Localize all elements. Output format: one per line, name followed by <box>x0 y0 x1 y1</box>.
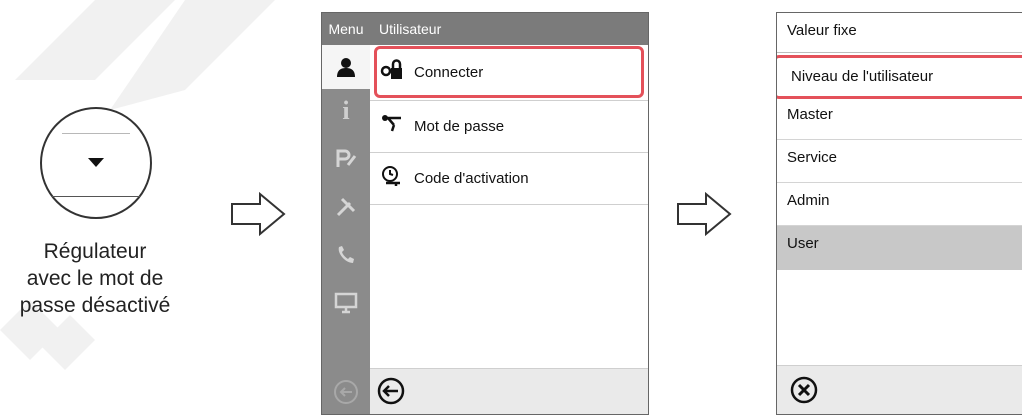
user-menu-screen: Menu i Utilisateur Connecter Mot de pass… <box>321 12 649 415</box>
screen-title: Valeur fixe <box>777 13 1022 53</box>
back-icon-disabled <box>322 368 370 414</box>
caption-line-1: Régulateur <box>43 240 147 263</box>
menu-item-code-activation[interactable]: Code d'activation <box>370 153 648 205</box>
option-master[interactable]: Master <box>777 97 1022 140</box>
menu-item-label: Mot de passe <box>414 118 505 135</box>
tools-icon[interactable] <box>322 185 370 229</box>
fixed-value-screen: Valeur fixe Niveau de l'utilisateur Mast… <box>776 12 1022 415</box>
option-admin[interactable]: Admin <box>777 183 1022 226</box>
highlight-user-level <box>777 55 1022 99</box>
screen-title: Utilisateur <box>370 13 648 45</box>
menu-item-mot-de-passe[interactable]: Mot de passe <box>370 101 648 153</box>
dial-top-line <box>62 133 130 134</box>
clock-key-icon <box>370 165 414 193</box>
monitor-icon[interactable] <box>322 281 370 325</box>
back-icon[interactable] <box>376 376 408 408</box>
key-wand-icon <box>370 113 414 141</box>
dial-bottom-line <box>52 196 140 197</box>
menu-item-label: Code d'activation <box>414 170 529 187</box>
user-icon[interactable] <box>322 45 370 89</box>
menu-label: Menu <box>322 13 370 45</box>
arrow-right-icon <box>677 192 732 236</box>
dropdown-arrow-icon <box>88 158 104 167</box>
graph-pen-icon[interactable] <box>322 137 370 181</box>
option-user[interactable]: User <box>777 226 1022 270</box>
highlight-connecter <box>374 46 644 98</box>
caption-line-2: avec le mot de <box>26 267 164 290</box>
dial-caption: Régulateur avec le mot de passe désactiv… <box>0 238 190 319</box>
caption-line-3: passe désactivé <box>19 294 171 317</box>
cancel-icon[interactable] <box>789 375 821 407</box>
arrow-right-icon <box>231 192 286 236</box>
option-service[interactable]: Service <box>777 140 1022 183</box>
info-icon[interactable]: i <box>322 89 370 133</box>
bottom-bar <box>370 368 648 414</box>
phone-icon[interactable] <box>322 233 370 277</box>
